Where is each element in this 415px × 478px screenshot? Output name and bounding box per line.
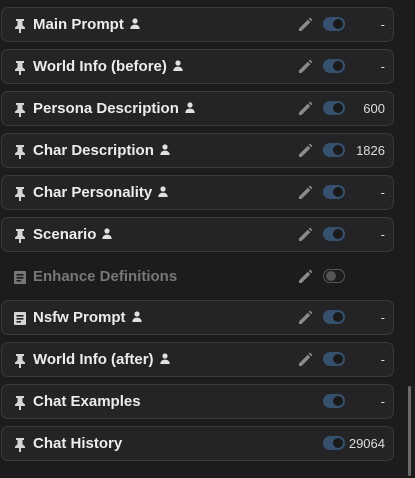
enable-toggle[interactable] bbox=[323, 17, 345, 31]
enable-toggle[interactable] bbox=[323, 352, 345, 366]
prompt-label[interactable]: Char Description bbox=[33, 142, 154, 159]
prompt-label[interactable]: Persona Description bbox=[33, 100, 179, 117]
pencil-icon[interactable] bbox=[296, 16, 314, 34]
prompt-label-wrap[interactable]: Enhance Definitions bbox=[33, 268, 177, 285]
token-count: 1826 bbox=[356, 143, 385, 158]
pencil-icon[interactable] bbox=[296, 184, 314, 202]
prompt-label[interactable]: Enhance Definitions bbox=[33, 268, 177, 285]
token-count: - bbox=[380, 227, 385, 242]
pin-icon[interactable] bbox=[12, 352, 28, 368]
toggle-knob bbox=[333, 438, 343, 448]
token-count: 29064 bbox=[348, 436, 385, 451]
prompt-row[interactable]: Persona Description 600 bbox=[1, 91, 394, 126]
pencil-icon[interactable] bbox=[296, 142, 314, 160]
enable-toggle[interactable] bbox=[323, 143, 345, 157]
prompt-label[interactable]: Scenario bbox=[33, 226, 96, 243]
prompt-label-wrap[interactable]: Chat Examples bbox=[33, 393, 141, 410]
prompt-row[interactable]: Main Prompt - bbox=[1, 7, 394, 42]
scrollbar[interactable] bbox=[408, 386, 411, 476]
token-count: - bbox=[380, 59, 385, 74]
token-count: - bbox=[380, 352, 385, 367]
toggle-knob bbox=[333, 396, 343, 406]
toggle-knob bbox=[333, 145, 343, 155]
prompt-row[interactable]: Char Description 1826 bbox=[1, 133, 394, 168]
pencil-icon[interactable] bbox=[296, 100, 314, 118]
prompt-row[interactable]: World Info (before) - bbox=[1, 49, 394, 84]
prompt-label[interactable]: World Info (after) bbox=[33, 351, 154, 368]
prompt-label-wrap[interactable]: Main Prompt bbox=[33, 16, 140, 34]
pencil-icon[interactable] bbox=[296, 58, 314, 76]
token-count: - bbox=[380, 310, 385, 325]
person-icon bbox=[102, 226, 113, 243]
person-icon bbox=[185, 100, 195, 117]
enable-toggle[interactable] bbox=[323, 227, 345, 241]
token-count: 600 bbox=[363, 101, 385, 116]
prompt-label[interactable]: Chat Examples bbox=[33, 393, 141, 410]
person-icon bbox=[131, 309, 142, 326]
person-icon bbox=[130, 16, 140, 33]
toggle-knob bbox=[333, 229, 343, 239]
pin-icon[interactable] bbox=[12, 101, 28, 117]
enable-toggle[interactable] bbox=[323, 101, 345, 115]
prompt-label[interactable]: Nsfw Prompt bbox=[33, 309, 126, 326]
toggle-knob bbox=[333, 103, 343, 113]
prompt-label-wrap[interactable]: Char Personality bbox=[33, 184, 168, 202]
prompt-label-wrap[interactable]: Chat History bbox=[33, 435, 122, 452]
prompt-row[interactable]: World Info (after) - bbox=[1, 342, 394, 377]
pencil-icon[interactable] bbox=[296, 226, 314, 244]
pencil-icon[interactable] bbox=[296, 268, 314, 286]
prompt-row[interactable]: Char Personality - bbox=[1, 175, 394, 210]
person-icon bbox=[173, 58, 183, 75]
token-count: - bbox=[380, 17, 385, 32]
person-icon bbox=[160, 142, 170, 159]
prompt-label[interactable]: Main Prompt bbox=[33, 16, 124, 33]
enable-toggle[interactable] bbox=[323, 185, 345, 199]
enable-toggle[interactable] bbox=[323, 436, 345, 450]
document-icon[interactable] bbox=[12, 269, 28, 285]
prompt-row[interactable]: Nsfw Prompt - bbox=[1, 300, 394, 335]
prompt-label-wrap[interactable]: Char Description bbox=[33, 142, 170, 160]
pin-icon[interactable] bbox=[12, 185, 28, 201]
toggle-knob bbox=[333, 19, 343, 29]
prompt-label-wrap[interactable]: World Info (after) bbox=[33, 351, 170, 369]
enable-toggle[interactable] bbox=[323, 310, 345, 324]
prompt-row[interactable]: Enhance Definitions bbox=[1, 259, 394, 294]
document-icon[interactable] bbox=[12, 310, 28, 326]
prompt-label-wrap[interactable]: Scenario bbox=[33, 226, 113, 244]
prompt-row[interactable]: Chat History 29064 bbox=[1, 426, 394, 461]
prompt-label-wrap[interactable]: Nsfw Prompt bbox=[33, 309, 142, 327]
enable-toggle[interactable] bbox=[323, 394, 345, 408]
pin-icon[interactable] bbox=[12, 394, 28, 410]
person-icon bbox=[159, 351, 170, 368]
prompt-row[interactable]: Chat Examples - bbox=[1, 384, 394, 419]
pin-icon[interactable] bbox=[12, 227, 28, 243]
person-icon bbox=[158, 184, 168, 201]
pencil-icon[interactable] bbox=[296, 351, 314, 369]
token-count: - bbox=[380, 185, 385, 200]
prompt-manager-list: Main Prompt - World Info (before) - Persona … bbox=[0, 0, 405, 478]
token-count: - bbox=[380, 394, 385, 409]
prompt-row[interactable]: Scenario - bbox=[1, 217, 394, 252]
prompt-label-wrap[interactable]: World Info (before) bbox=[33, 58, 183, 76]
pin-icon[interactable] bbox=[12, 436, 28, 452]
pin-icon[interactable] bbox=[12, 17, 28, 33]
prompt-label[interactable]: Chat History bbox=[33, 435, 122, 452]
prompt-label[interactable]: World Info (before) bbox=[33, 58, 167, 75]
enable-toggle[interactable] bbox=[323, 59, 345, 73]
toggle-knob bbox=[333, 354, 343, 364]
prompt-label[interactable]: Char Personality bbox=[33, 184, 152, 201]
prompt-label-wrap[interactable]: Persona Description bbox=[33, 100, 195, 118]
pencil-icon[interactable] bbox=[296, 309, 314, 327]
toggle-knob bbox=[333, 187, 343, 197]
toggle-knob bbox=[326, 271, 336, 281]
pin-icon[interactable] bbox=[12, 59, 28, 75]
pin-icon[interactable] bbox=[12, 143, 28, 159]
enable-toggle[interactable] bbox=[323, 269, 345, 283]
toggle-knob bbox=[333, 61, 343, 71]
toggle-knob bbox=[333, 312, 343, 322]
